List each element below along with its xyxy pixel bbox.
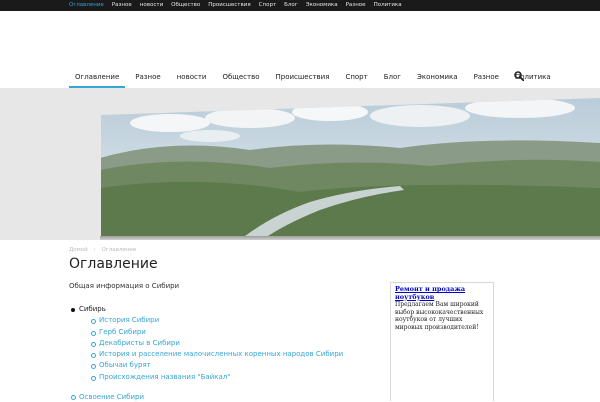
nav-item-misc-2[interactable]: Разное <box>468 68 505 88</box>
nav-item-economy[interactable]: Экономика <box>411 68 464 88</box>
top-menu-item-blog[interactable]: Блог <box>284 0 298 11</box>
ad-block: Ремонт и продажа ноутбуков Предлагаем Ва… <box>390 282 494 401</box>
toc-subitem[interactable]: Декабристы в Сибири <box>89 338 343 349</box>
intro-text: Общая информация о Сибири <box>69 282 180 290</box>
breadcrumb-current: Оглавление <box>101 247 137 253</box>
toc-subitem[interactable]: История Сибири <box>89 315 343 326</box>
nav-item-blog[interactable]: Блог <box>378 68 407 88</box>
table-of-contents: Сибирь История Сибири Герб Сибири Декабр… <box>69 304 343 383</box>
nav-item-news[interactable]: новости <box>171 68 213 88</box>
toc-subitem[interactable]: Обычаи бурят <box>89 360 343 371</box>
nav-item-incidents[interactable]: Происшествия <box>270 68 336 88</box>
toc-item: Сибирь История Сибири Герб Сибири Декабр… <box>69 304 343 383</box>
table-of-contents-continued: Освоение Сибири <box>69 392 144 402</box>
top-menu-item-incidents[interactable]: Происшествия <box>208 0 250 11</box>
page-title: Оглавление <box>69 256 158 272</box>
toc-root-label: Сибирь <box>79 305 106 313</box>
toc-subitem[interactable]: Герб Сибири <box>89 327 343 338</box>
ad-text: Предлагаем Вам широкий выбор высококачес… <box>395 301 484 331</box>
top-bar: Оглавление Разное новости Общество Проис… <box>0 0 600 11</box>
top-menu-item-contents[interactable]: Оглавление <box>69 0 104 11</box>
toc-subitem[interactable]: Происхождения названия "Байкал" <box>89 372 343 383</box>
top-menu-item-politics[interactable]: Политика <box>374 0 402 11</box>
breadcrumb-separator: › <box>93 247 96 253</box>
top-menu-item-misc[interactable]: Разное <box>112 0 132 11</box>
ad-title-link[interactable]: Ремонт и продажа ноутбуков <box>395 285 491 301</box>
main-nav: Оглавление Разное новости Общество Проис… <box>69 68 561 88</box>
top-menu-item-sport[interactable]: Спорт <box>259 0 277 11</box>
top-menu-item-misc-2[interactable]: Разное <box>346 0 366 11</box>
search-icon[interactable] <box>514 71 524 81</box>
nav-item-society[interactable]: Общество <box>216 68 265 88</box>
breadcrumb: Домой › Оглавление <box>69 247 140 253</box>
nav-item-misc[interactable]: Разное <box>129 68 166 88</box>
toc-subitem[interactable]: Освоение Сибири <box>69 392 144 402</box>
landscape-photo <box>0 88 600 240</box>
top-menu-item-society[interactable]: Общество <box>171 0 200 11</box>
top-menu-item-news[interactable]: новости <box>140 0 163 11</box>
nav-item-sport[interactable]: Спорт <box>339 68 373 88</box>
top-menu-item-economy[interactable]: Экономика <box>306 0 338 11</box>
header-banner <box>0 88 600 240</box>
breadcrumb-home[interactable]: Домой <box>69 247 88 253</box>
nav-item-contents[interactable]: Оглавление <box>69 68 126 88</box>
top-menu: Оглавление Разное новости Общество Проис… <box>69 0 410 11</box>
toc-subitem[interactable]: История и расселение малочисленных корен… <box>89 349 343 360</box>
